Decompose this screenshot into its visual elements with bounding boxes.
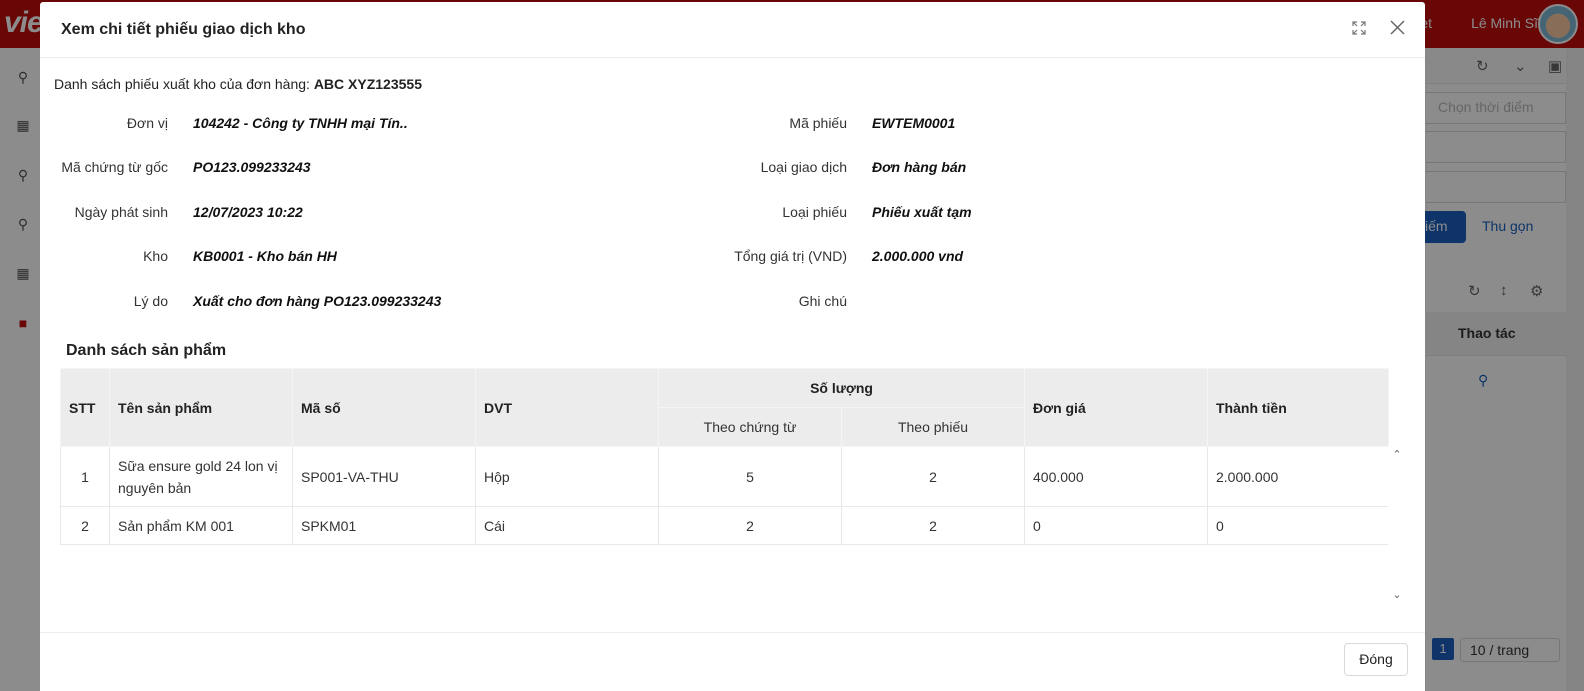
col-stt: STT — [60, 368, 110, 447]
cell-amount: 2.000.000 — [1207, 446, 1389, 507]
expand-icon[interactable] — [1347, 16, 1371, 40]
cell-unit: Cái — [475, 506, 659, 545]
transaction-detail-modal: Xem chi tiết phiếu giao dịch kho Danh sá… — [40, 2, 1425, 691]
cell-stt: 2 — [60, 506, 110, 545]
close-button[interactable]: Đóng — [1344, 643, 1408, 676]
transaction-type-label: Loại giao dịch — [760, 159, 847, 175]
date-value: 12/07/2023 10:22 — [193, 204, 303, 220]
col-quantity-group: Số lượng — [658, 368, 1025, 408]
col-product-code: Mã số — [292, 368, 476, 447]
voucher-code-label: Mã phiếu — [789, 115, 847, 131]
table-row: 1 Sữa ensure gold 24 lon vị nguyên bản S… — [60, 446, 1389, 507]
cell-unit-price: 400.000 — [1024, 446, 1208, 507]
col-unit: DVT — [475, 368, 659, 447]
product-list-title: Danh sách sản phẩm — [66, 342, 227, 359]
cell-product-code: SP001-VA-THU — [292, 446, 476, 507]
cell-amount: 0 — [1207, 506, 1389, 545]
col-amount: Thành tiền — [1207, 368, 1389, 447]
unit-value: 104242 - Công ty TNHH mại Tín.. — [193, 115, 408, 131]
cell-qty-document: 2 — [658, 506, 842, 545]
order-info-label: Danh sách phiếu xuất kho của đơn hàng: — [54, 76, 314, 92]
warehouse-value: KB0001 - Kho bán HH — [193, 248, 337, 264]
total-value-label: Tổng giá trị (VND) — [734, 248, 847, 264]
table-row: 2 Sản phẩm KM 001 SPKM01 Cái 2 2 0 0 — [60, 506, 1389, 545]
transaction-type-value: Đơn hàng bán — [872, 159, 967, 175]
total-value: 2.000.000 vnd — [872, 248, 964, 264]
cell-product-code: SPKM01 — [292, 506, 476, 545]
cell-qty-voucher: 2 — [841, 506, 1025, 545]
close-icon[interactable] — [1385, 16, 1409, 40]
cell-stt: 1 — [60, 446, 110, 507]
cell-unit-price: 0 — [1024, 506, 1208, 545]
modal-title: Xem chi tiết phiếu giao dịch kho — [61, 21, 306, 38]
source-doc-value: PO123.099233243 — [193, 159, 311, 175]
source-doc-label: Mã chứng từ gốc — [61, 159, 168, 175]
col-qty-by-voucher: Theo phiếu — [841, 407, 1025, 447]
cell-product-name: Sản phẩm KM 001 — [109, 506, 293, 545]
unit-label: Đơn vị — [126, 115, 168, 131]
table-scrollbar[interactable]: ⌃ ⌄ — [1388, 446, 1406, 604]
modal-header: Xem chi tiết phiếu giao dịch kho — [40, 2, 1425, 58]
reason-value: Xuất cho đơn hàng PO123.099233243 — [193, 293, 442, 309]
scroll-down-icon[interactable]: ⌄ — [1391, 588, 1403, 601]
col-qty-by-document: Theo chứng từ — [658, 407, 842, 447]
modal-footer — [40, 632, 1425, 691]
cell-qty-voucher: 2 — [841, 446, 1025, 507]
note-label: Ghi chú — [798, 293, 847, 309]
voucher-type-label: Loại phiếu — [782, 204, 847, 220]
reason-label: Lý do — [133, 293, 168, 309]
cell-product-name: Sữa ensure gold 24 lon vị nguyên bản — [109, 446, 293, 507]
scroll-up-icon[interactable]: ⌃ — [1391, 448, 1403, 461]
product-table-wrapper: STT Tên sản phẩm Mã số DVT Số lượng Đơn … — [60, 368, 1406, 604]
date-label: Ngày phát sinh — [74, 204, 168, 220]
warehouse-label: Kho — [143, 248, 168, 264]
cell-qty-document: 5 — [658, 446, 842, 507]
voucher-code-value: EWTEM0001 — [872, 115, 956, 131]
col-product-name: Tên sản phẩm — [109, 368, 293, 447]
voucher-type-value: Phiếu xuất tạm — [872, 204, 972, 220]
order-info: Danh sách phiếu xuất kho của đơn hàng: A… — [54, 76, 422, 92]
col-unit-price: Đơn giá — [1024, 368, 1208, 447]
order-code: ABC XYZ123555 — [313, 76, 422, 92]
cell-unit: Hộp — [475, 446, 659, 507]
product-table: STT Tên sản phẩm Mã số DVT Số lượng Đơn … — [60, 368, 1389, 545]
